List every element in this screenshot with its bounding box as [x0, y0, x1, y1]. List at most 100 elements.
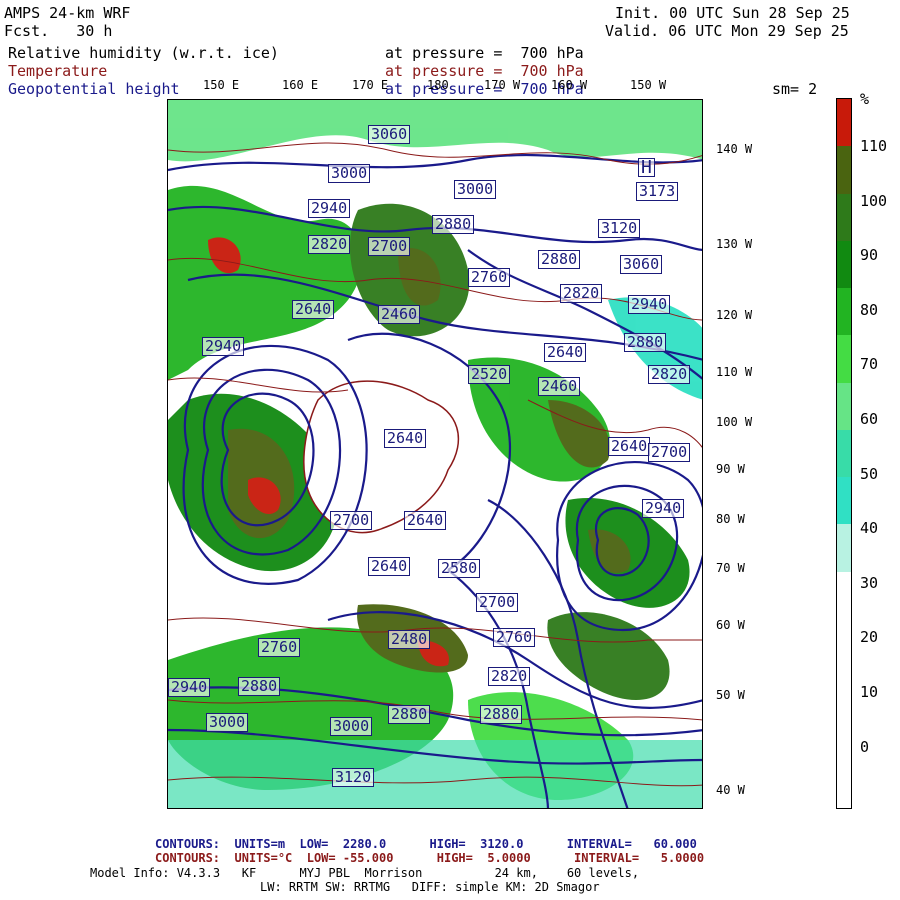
contour-label: 2640 [384, 429, 427, 448]
field-rh-level: at pressure = 700 hPa [385, 44, 584, 62]
lon-label-right: 100 W [716, 415, 753, 429]
contour-label: 2700 [648, 443, 691, 462]
lon-label-right: 140 W [716, 142, 753, 156]
contour-label: 2880 [238, 677, 281, 696]
contour-label: 2460 [378, 305, 421, 324]
field-temp-name: Temperature [8, 62, 108, 80]
high-pressure-marker: H [638, 158, 655, 177]
contour-label: 3173 [636, 182, 679, 201]
contour-label: 2520 [468, 365, 511, 384]
contour-label: 2700 [368, 237, 411, 256]
contour-label: 2700 [330, 511, 373, 530]
colorbar-tick-label: 100 [860, 191, 888, 210]
colorbar-tick-label: 90 [860, 246, 879, 265]
contour-label: 3120 [332, 768, 375, 787]
contour-label: 3000 [328, 164, 371, 183]
colorbar-segment [837, 146, 851, 195]
lon-label-top: 170 W [484, 78, 521, 92]
contour-label: 2480 [388, 630, 431, 649]
colorbar-tick-label: 0 [860, 737, 870, 756]
contour-label: 2820 [648, 365, 691, 384]
colorbar-segment [837, 99, 851, 147]
footer-physics-info: LW: RRTM SW: RRTMG DIFF: simple KM: 2D S… [260, 880, 600, 894]
contour-label: 2820 [560, 284, 603, 303]
colorbar-segment [837, 335, 851, 384]
lon-label-top: 160 E [282, 78, 319, 92]
contour-label: 3120 [598, 219, 641, 238]
colorbar-tick-label: 70 [860, 355, 879, 374]
contour-label: 2940 [628, 295, 671, 314]
contour-label: 2820 [308, 235, 351, 254]
colorbar-tick-label: 110 [860, 137, 888, 155]
colorbar-segment [837, 477, 851, 525]
weather-map: 3060 3000 3000 2940 2880 2820 2700 3120 3173 3060… [167, 99, 703, 809]
lon-label-right: 50 W [716, 688, 745, 702]
model-title: AMPS 24-km WRF [4, 4, 131, 22]
contour-label: 2940 [308, 199, 351, 218]
colorbar-tick-label: 20 [860, 628, 879, 647]
lon-label-right: 60 W [716, 618, 745, 632]
contour-label: 2760 [493, 628, 536, 647]
contour-label: 2880 [538, 250, 581, 269]
contour-label: 2640 [368, 557, 411, 576]
field-rh-name: Relative humidity (w.r.t. ice) [8, 44, 279, 62]
lon-label-right: 110 W [716, 365, 753, 379]
colorbar-tick-label: 80 [860, 300, 879, 319]
contour-label: 2940 [202, 337, 245, 356]
contour-label: 2940 [168, 678, 211, 697]
lon-label-right: 40 W [716, 783, 745, 797]
field-geop-name: Geopotential height [8, 80, 180, 98]
lon-label-right: 80 W [716, 512, 745, 526]
contour-label: 2880 [432, 215, 475, 234]
lon-label-right: 70 W [716, 561, 745, 575]
lon-label-top: 170 E [352, 78, 389, 92]
colorbar-segment [837, 760, 851, 809]
contour-label: 2760 [468, 268, 511, 287]
lon-label-top: 160 W [551, 78, 588, 92]
footer-temp-contours: CONTOURS: UNITS=°C LOW= -55.000 HIGH= 5.… [155, 851, 705, 865]
contour-label: 2880 [480, 705, 523, 724]
colorbar-segment [837, 666, 851, 714]
colorbar-tick-label: 30 [860, 573, 879, 592]
contour-label: 2880 [388, 705, 431, 724]
footer-model-info: Model Info: V4.3.3 KF MYJ PBL Morrison 2… [90, 866, 640, 880]
colorbar-segment [837, 524, 851, 573]
colorbar-segment [837, 618, 851, 667]
contour-label: 2580 [438, 559, 481, 578]
contour-label: 2640 [292, 300, 335, 319]
footer-geop-contours: CONTOURS: UNITS=m LOW= 2280.0 HIGH= 3120… [155, 837, 697, 851]
colorbar-tick-label: 10 [860, 683, 879, 701]
contour-label: 3000 [454, 180, 497, 199]
colorbar-tick-label: 40 [860, 519, 879, 538]
humidity-colorbar [836, 98, 852, 809]
colorbar-segment [837, 193, 851, 242]
contour-label: 2820 [488, 667, 531, 686]
contour-label: 2760 [258, 638, 301, 657]
contour-label: 2700 [476, 593, 519, 612]
contour-label: 3060 [620, 255, 663, 274]
lon-label-top: 180 [427, 78, 449, 92]
init-time: Init. 00 UTC Sun 28 Sep 25 [615, 4, 850, 22]
contour-label: 2880 [624, 333, 667, 352]
contour-label: 2460 [538, 377, 581, 396]
colorbar-segment [837, 713, 851, 762]
lon-label-right: 120 W [716, 308, 753, 322]
smoothing-label: sm= 2 [772, 80, 818, 98]
contour-label: 3060 [368, 125, 411, 144]
colorbar-tick-label: 50 [860, 464, 879, 483]
colorbar-tick-label: 60 [860, 410, 879, 428]
colorbar-segment [837, 240, 851, 289]
lon-label-top: 150 W [630, 78, 667, 92]
lon-label-right: 90 W [716, 462, 745, 476]
contour-label: 3000 [206, 713, 249, 732]
colorbar-unit: % [860, 90, 870, 108]
contour-label: 2640 [608, 437, 651, 456]
colorbar-segment [837, 288, 851, 336]
forecast-hour: Fcst. 30 h [4, 22, 113, 40]
contour-label: 2940 [642, 499, 685, 518]
colorbar-segment [837, 571, 851, 620]
contour-label: 3000 [330, 717, 373, 736]
contour-label: 2640 [404, 511, 447, 530]
contour-label: 2640 [544, 343, 587, 362]
lon-label-right: 130 W [716, 237, 753, 251]
